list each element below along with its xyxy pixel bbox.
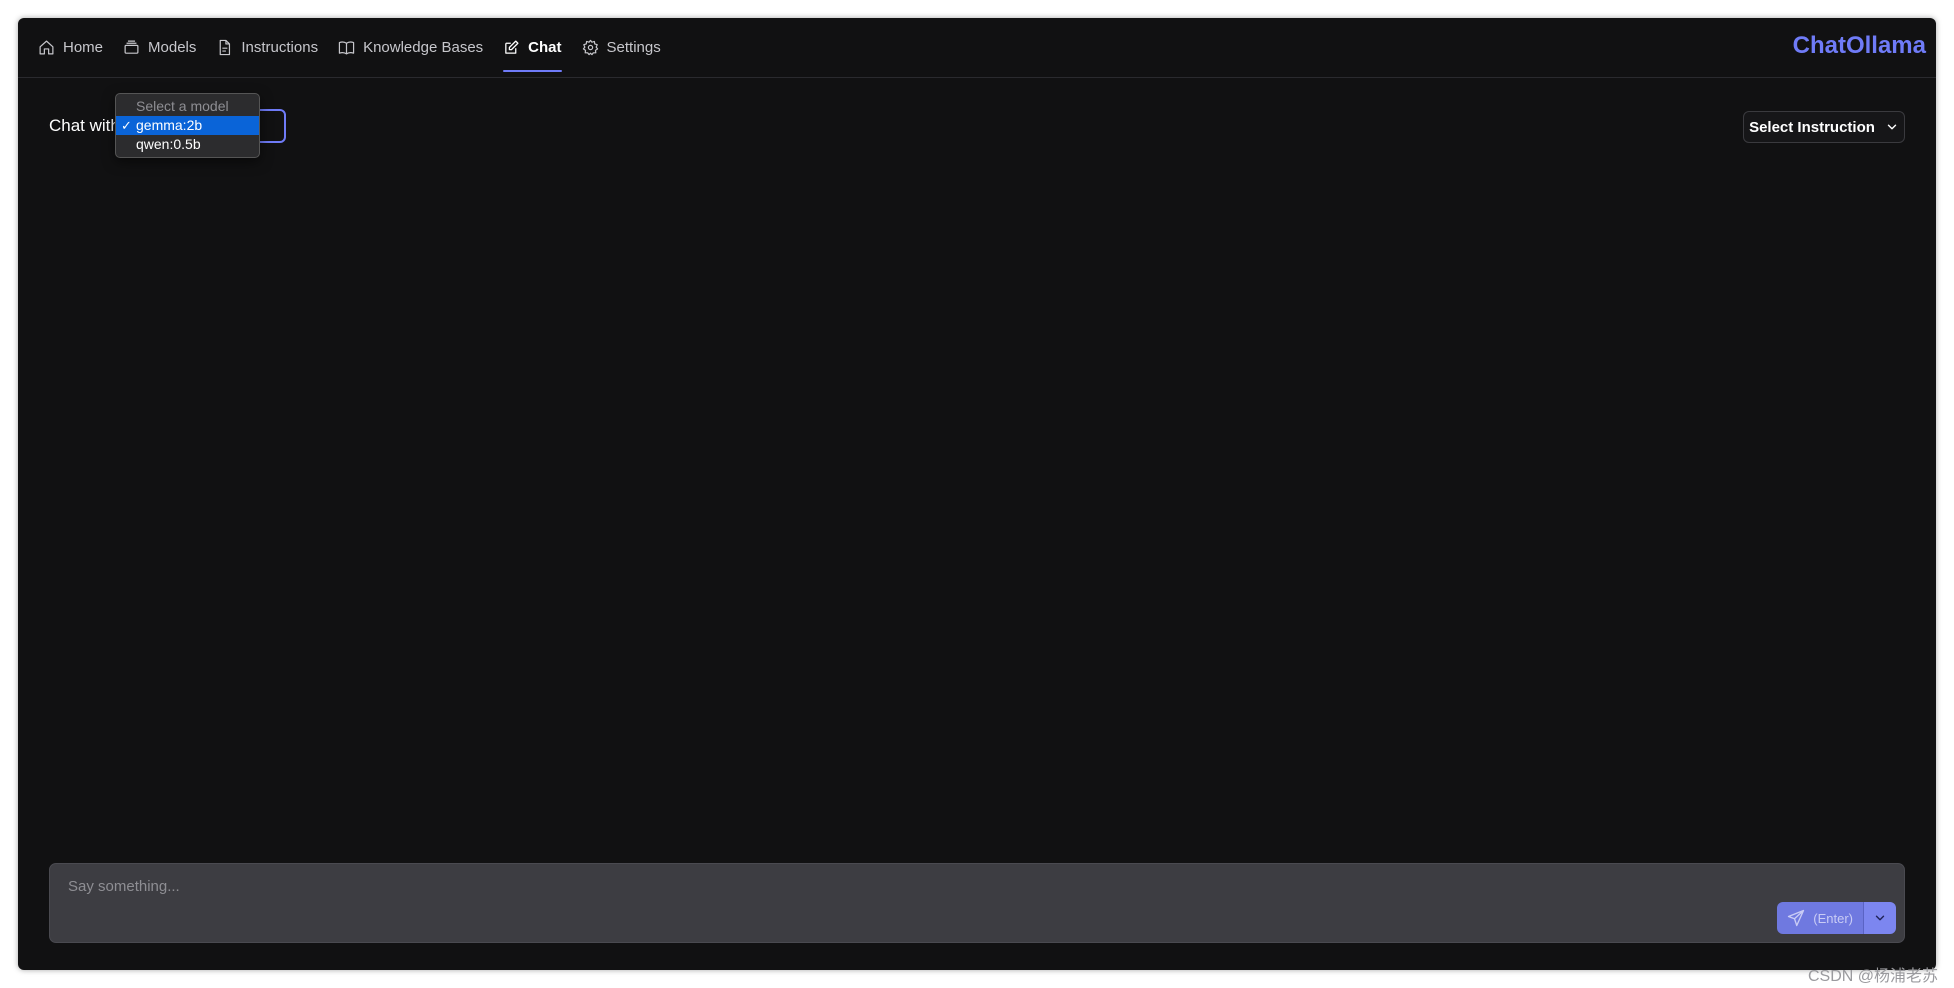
chat-message-input[interactable]: [50, 864, 1904, 942]
model-option-label: gemma:2b: [136, 117, 203, 133]
watermark-text: CSDN @杨浦老苏: [1807, 968, 1938, 985]
app-window: Home Models Instructions Knowledge Bases…: [18, 18, 1936, 970]
nav-label-settings: Settings: [606, 39, 661, 56]
nav-label-home: Home: [63, 39, 104, 56]
send-button-group: (Enter): [1777, 902, 1896, 934]
model-option-gemma[interactable]: ✓ gemma:2b: [116, 116, 259, 135]
nav-item-instructions[interactable]: Instructions: [206, 18, 328, 77]
chat-input-box: (Enter): [49, 863, 1905, 943]
model-option-label: qwen:0.5b: [136, 136, 201, 152]
book-icon: [338, 41, 355, 55]
top-navigation-bar: Home Models Instructions Knowledge Bases…: [18, 18, 1936, 78]
main-nav: Home Models Instructions Knowledge Bases…: [28, 18, 671, 77]
send-icon: [1788, 909, 1805, 927]
model-dropdown-list: Select a model ✓ gemma:2b qwen:0.5b: [115, 93, 260, 158]
home-icon: [39, 40, 54, 55]
nav-item-chat[interactable]: Chat: [493, 18, 571, 77]
nav-label-models: Models: [148, 39, 197, 56]
send-options-button[interactable]: [1863, 902, 1896, 934]
select-instruction-button[interactable]: Select Instruction: [1743, 111, 1905, 143]
gear-icon: [582, 39, 598, 56]
nav-label-chat: Chat: [528, 39, 562, 56]
models-icon: [124, 40, 139, 54]
checkmark-icon: ✓: [121, 118, 132, 133]
nav-label-instructions: Instructions: [241, 39, 319, 56]
nav-item-knowledge-bases[interactable]: Knowledge Bases: [328, 18, 493, 77]
send-hint: (Enter): [1813, 910, 1853, 926]
nav-item-settings[interactable]: Settings: [572, 18, 671, 77]
edit-icon: [505, 40, 519, 54]
nav-item-models[interactable]: Models: [113, 18, 206, 77]
nav-item-home[interactable]: Home: [28, 18, 113, 77]
model-option-qwen[interactable]: qwen:0.5b: [116, 135, 259, 154]
model-option-placeholder[interactable]: Select a model: [116, 97, 259, 116]
document-icon: [220, 39, 231, 56]
select-instruction-label: Select Instruction: [1749, 118, 1875, 136]
nav-label-knowledge-bases: Knowledge Bases: [363, 39, 484, 56]
brand-logo[interactable]: ChatOllama: [1793, 32, 1926, 60]
chevron-down-icon: [1875, 915, 1885, 921]
chat-with-label: Chat with: [49, 116, 120, 135]
chevron-down-icon: [1887, 124, 1897, 130]
send-button[interactable]: (Enter): [1777, 902, 1863, 934]
